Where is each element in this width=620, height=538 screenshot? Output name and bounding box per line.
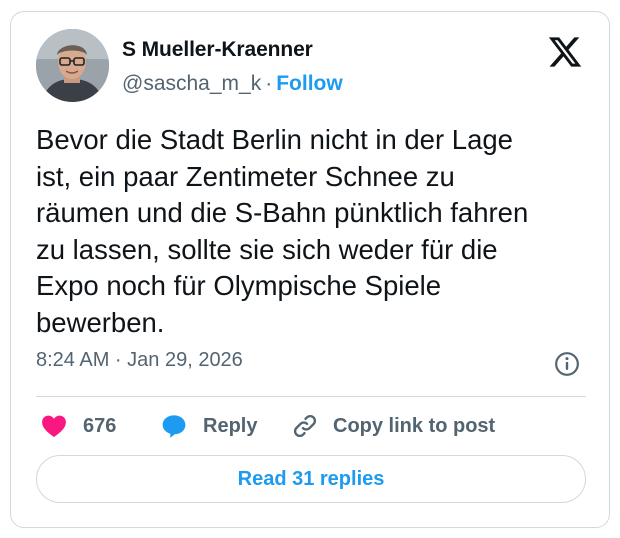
author-handle[interactable]: @sascha_m_k <box>122 72 261 95</box>
divider <box>36 396 586 397</box>
info-icon[interactable] <box>554 351 580 377</box>
tweet-text-line: räumen und die S-Bahn pünktlich fahren <box>36 197 529 228</box>
tweet-text-line: Expo noch für Olympische Spiele <box>36 270 442 301</box>
tweet-text-line: Bevor die Stadt Berlin nicht in der Lage <box>36 124 513 155</box>
heart-icon <box>42 415 66 438</box>
author-name[interactable]: S Mueller-Kraenner <box>122 38 313 62</box>
tweet-text-line: ist, ein paar Zentimeter Schnee zu <box>36 160 455 192</box>
avatar[interactable] <box>36 29 109 102</box>
x-logo-icon[interactable] <box>547 34 583 70</box>
read-replies-button[interactable]: Read 31 replies <box>36 455 586 503</box>
reply-label: Reply <box>203 414 258 437</box>
copy-link-button[interactable]: Copy link to post <box>291 408 495 444</box>
tweet-embed-card: S Mueller-Kraenner @sascha_m_k · Follow Be… <box>10 11 610 528</box>
tweet-timestamp[interactable]: 8:24 AM · Jan 29, 2026 <box>36 349 243 372</box>
tweet-text: Bevor die Stadt Berlin nicht in der Lage… <box>36 122 596 341</box>
tweet-text-line: bewerben. <box>36 306 165 338</box>
handle-separator: · <box>265 72 273 95</box>
copy-link-label: Copy link to post <box>333 414 496 437</box>
reply-button[interactable]: Reply <box>161 408 257 444</box>
tweet-text-line: zu lassen, sollte sie sich weder für die <box>36 233 498 265</box>
like-button[interactable]: 676 <box>41 408 116 444</box>
like-count: 676 <box>83 414 117 437</box>
follow-button[interactable]: Follow <box>276 72 343 95</box>
link-icon <box>293 414 317 438</box>
reply-bubble-icon <box>162 415 186 438</box>
author-handle-row: @sascha_m_k · Follow <box>122 72 343 96</box>
